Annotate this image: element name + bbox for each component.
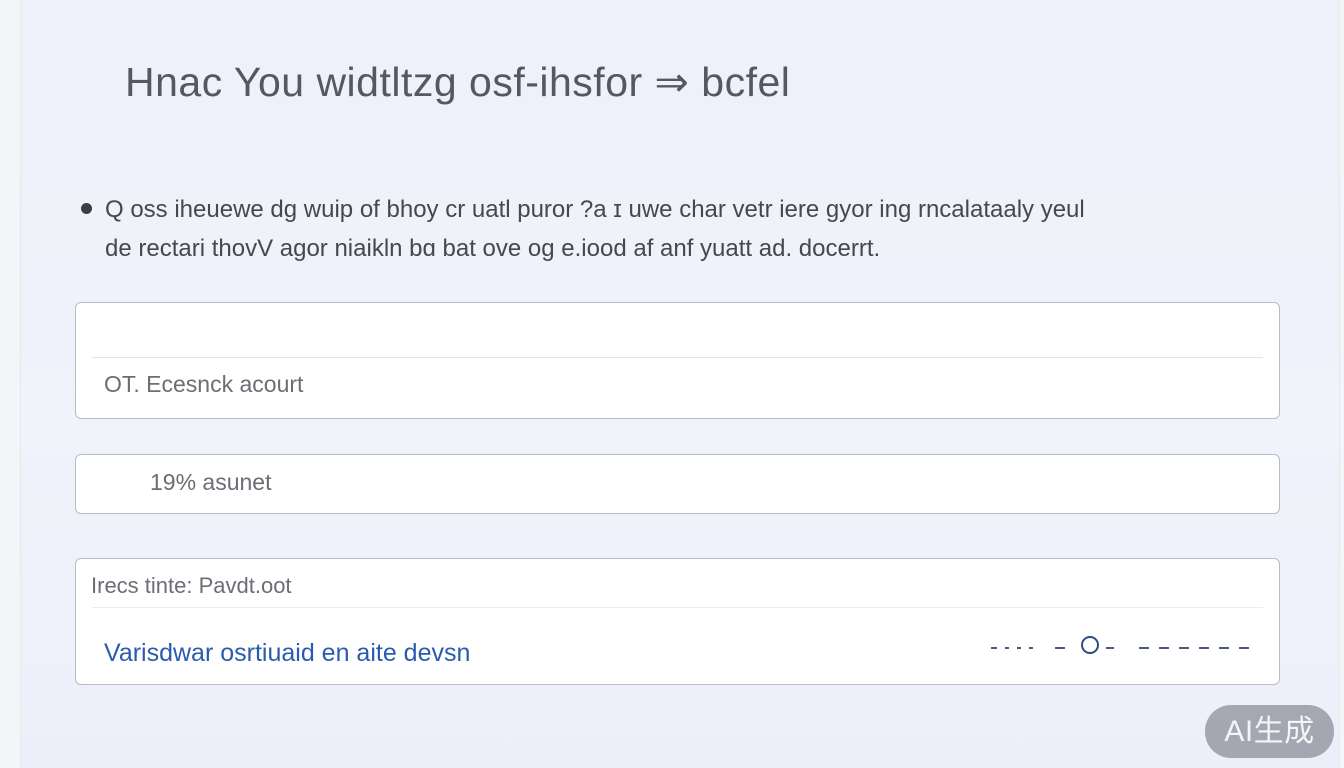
value-slider[interactable] <box>991 632 1251 662</box>
page-title: Hnac You widtltzg osf-ihsfor ⇒ bcfel <box>125 59 791 105</box>
bullet-item: Q oss iheuewe dg wuip of bhoy cr uatl pu… <box>81 190 1271 229</box>
slider-track-segment <box>1139 647 1149 649</box>
slider-track-segment <box>1017 647 1021 649</box>
paragraph-line-1: Q oss iheuewe dg wuip of bhoy cr uatl pu… <box>105 196 1085 223</box>
slider-handle[interactable] <box>1081 636 1099 654</box>
paragraph-line-2: de rectari thovV agor niaikln bɑ bat ove… <box>105 235 881 262</box>
slider-track-segment <box>1159 647 1169 649</box>
amount-field-text[interactable]: 19% asunet <box>150 469 271 496</box>
slider-track-segment <box>1029 647 1033 649</box>
bullet-icon <box>81 203 92 214</box>
account-input-card[interactable]: OT. Ecesnck acourt <box>75 302 1280 419</box>
slider-track-segment <box>1005 647 1009 649</box>
amount-input-field[interactable]: 19% asunet <box>75 454 1280 514</box>
page-container: Hnac You widtltzg osf-ihsfor ⇒ bcfel Q o… <box>20 0 1340 768</box>
settings-card-header: Irecs tinte: Pavdt.oot <box>91 573 292 598</box>
ai-generated-badge: AI生成 <box>1205 705 1334 758</box>
account-field-text[interactable]: OT. Ecesnck acourt <box>104 371 303 398</box>
slider-track-segment <box>991 647 997 649</box>
card-divider <box>92 607 1263 608</box>
slider-track-segment <box>1239 647 1249 649</box>
slider-track-segment <box>1055 647 1065 649</box>
settings-link[interactable]: Varisdwar osrtiuaid en aite devsn <box>104 639 470 668</box>
slider-track-segment <box>1179 647 1189 649</box>
card-divider <box>92 357 1263 358</box>
slider-track-segment <box>1199 647 1209 649</box>
settings-card: Irecs tinte: Pavdt.oot Varisdwar osrtiua… <box>75 558 1280 685</box>
slider-track-segment <box>1106 647 1114 649</box>
description-paragraph: Q oss iheuewe dg wuip of bhoy cr uatl pu… <box>81 190 1271 268</box>
slider-track-segment <box>1219 647 1229 649</box>
